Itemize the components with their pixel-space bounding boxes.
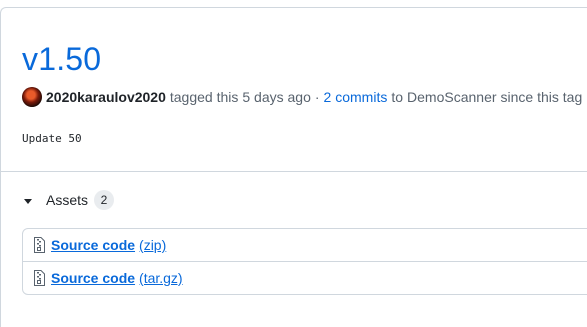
since-text: since this tag <box>500 89 583 105</box>
assets-list: Source code (zip) Source code (tar.gz) <box>22 228 587 295</box>
time-ago[interactable]: 5 days ago <box>242 88 311 106</box>
assets-toggle[interactable]: Assets 2 <box>24 189 115 211</box>
to-text: to <box>391 89 404 105</box>
caret-down-icon <box>24 198 32 204</box>
release-title[interactable]: v1.50 <box>22 40 101 78</box>
asset-name[interactable]: Source code <box>51 237 135 253</box>
asset-ext[interactable]: (tar.gz) <box>139 270 183 286</box>
asset-name[interactable]: Source code <box>51 270 135 286</box>
commits-link[interactable]: 2 commits <box>324 88 388 106</box>
meta-separator: · <box>314 89 320 105</box>
assets-label: Assets <box>46 192 89 208</box>
file-zip-icon <box>34 270 45 286</box>
asset-row-zip[interactable]: Source code (zip) <box>23 229 587 261</box>
author-link[interactable]: 2020karaulov2020 <box>46 88 166 106</box>
release-notes: Update 50 <box>22 132 82 145</box>
assets-count-badge: 2 <box>94 190 115 210</box>
tagged-text: tagged this <box>169 89 239 105</box>
asset-row-targz[interactable]: Source code (tar.gz) <box>23 261 587 294</box>
asset-ext[interactable]: (zip) <box>139 237 166 253</box>
release-meta: 2020karaulov2020 tagged this 5 days ago … <box>22 87 583 107</box>
avatar[interactable] <box>22 87 42 107</box>
branch-name: DemoScanner <box>407 89 497 105</box>
divider <box>0 171 587 172</box>
file-zip-icon <box>34 237 45 253</box>
